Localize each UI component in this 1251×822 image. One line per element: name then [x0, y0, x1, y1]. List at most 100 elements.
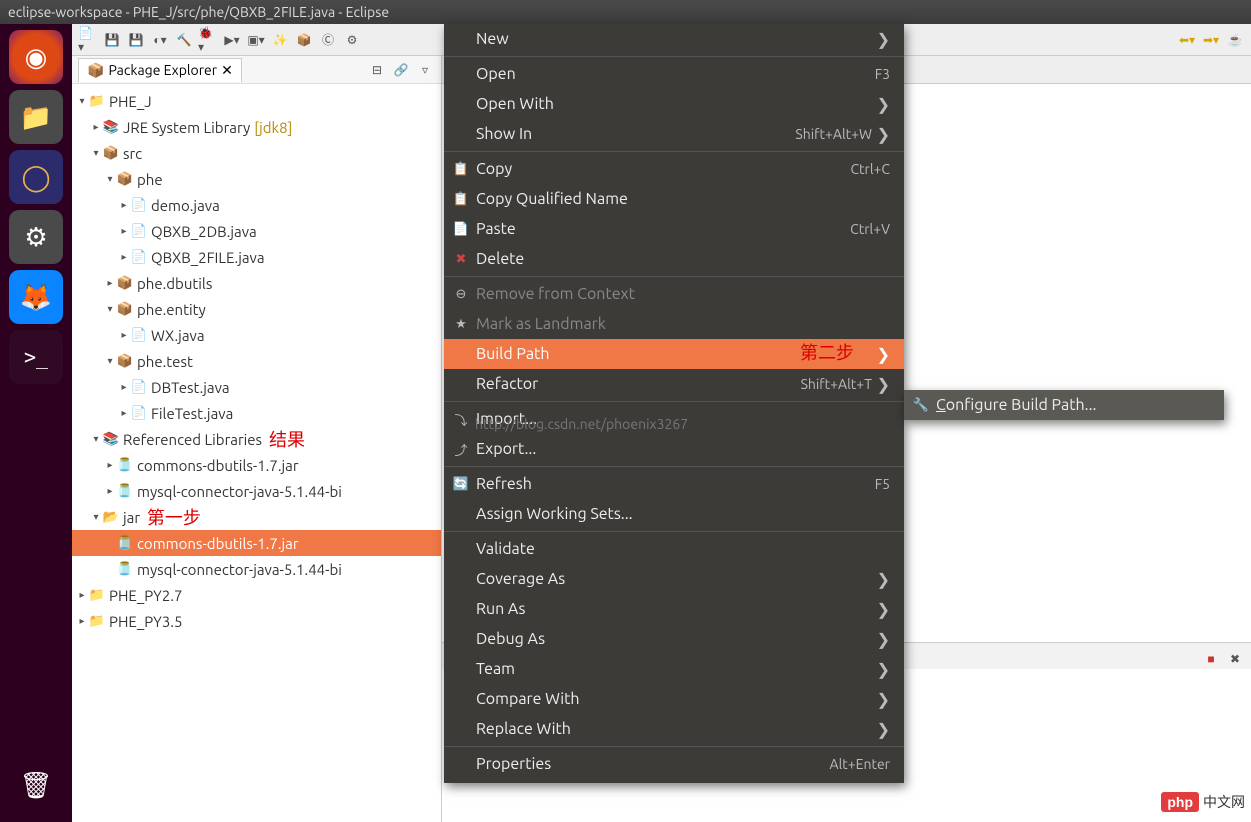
- save-icon[interactable]: 💾: [102, 30, 122, 50]
- view-menu-icon[interactable]: ▿: [415, 60, 435, 80]
- window-title: eclipse-workspace - PHE_J/src/phe/QBXB_2…: [8, 4, 389, 20]
- menu-show-in[interactable]: Show InShift+Alt+W❯: [444, 119, 904, 149]
- menu-export[interactable]: ⤴Export...: [444, 434, 904, 464]
- landmark-icon: ★: [452, 317, 470, 332]
- annotation-result: 结果: [269, 426, 305, 452]
- context-menu[interactable]: New❯ OpenF3 Open With❯ Show InShift+Alt+…: [444, 24, 904, 783]
- file-demo[interactable]: demo.java: [151, 197, 220, 214]
- close-icon[interactable]: ✕: [221, 62, 233, 79]
- package-explorer-tab[interactable]: 📦 Package Explorer ✕: [78, 58, 242, 82]
- new-class-icon[interactable]: Ⓒ: [318, 30, 338, 50]
- wand-icon[interactable]: ✨: [270, 30, 290, 50]
- link-editor-icon[interactable]: 🔗: [391, 60, 411, 80]
- perspective-java-icon[interactable]: ☕: [1225, 30, 1245, 50]
- menu-refactor[interactable]: RefactorShift+Alt+T❯: [444, 369, 904, 399]
- copy-icon: 📋: [452, 162, 470, 177]
- package-test[interactable]: phe.test: [137, 353, 193, 370]
- build-icon[interactable]: 🔨: [174, 30, 194, 50]
- run-dropdown-icon[interactable]: ▶▾: [222, 30, 242, 50]
- menu-build-path[interactable]: Build Path第二步❯: [444, 339, 904, 369]
- php-cn-badge: php 中文网: [1161, 792, 1245, 812]
- menu-remove-from-context: ⊖Remove from Context: [444, 279, 904, 309]
- jre-library-node[interactable]: JRE System Library: [123, 119, 250, 136]
- reflib-mysql-connector[interactable]: mysql-connector-java-5.1.44-bi: [137, 483, 342, 500]
- collapse-all-icon[interactable]: ⊟: [367, 60, 387, 80]
- export-icon: ⤴: [452, 440, 470, 459]
- menu-run-as[interactable]: Run As❯: [444, 594, 904, 624]
- debug-dropdown-icon[interactable]: 🐞▾: [198, 30, 218, 50]
- menu-assign-working-sets[interactable]: Assign Working Sets...: [444, 499, 904, 529]
- submenu-configure-build-path[interactable]: 🔧 CConfigure Build Path...onfigure Build…: [904, 390, 1224, 420]
- menu-mark-as-landmark: ★Mark as Landmark: [444, 309, 904, 339]
- new-servlet-icon[interactable]: ⚙: [342, 30, 362, 50]
- menu-copy[interactable]: 📋CopyCtrl+C: [444, 154, 904, 184]
- firefox-icon[interactable]: 🦊: [9, 270, 63, 324]
- menu-replace-with[interactable]: Replace With❯: [444, 714, 904, 744]
- php-logo: php: [1161, 792, 1199, 812]
- refresh-icon: 🔄: [452, 477, 470, 492]
- package-phe[interactable]: phe: [137, 171, 163, 188]
- window-titlebar: eclipse-workspace - PHE_J/src/phe/QBXB_2…: [0, 0, 1251, 24]
- project-py35[interactable]: PHE_PY3.5: [109, 613, 182, 630]
- package-entity[interactable]: phe.entity: [137, 301, 206, 318]
- jar-folder-node[interactable]: jar: [123, 509, 140, 526]
- menu-copy-qualified-name[interactable]: 📋Copy Qualified Name: [444, 184, 904, 214]
- package-explorer-title: Package Explorer: [108, 62, 217, 78]
- package-tree[interactable]: ▾📁PHE_J ▸📚JRE System Library[jdk8] ▾📦src…: [72, 84, 441, 822]
- new-icon[interactable]: 📄▾: [78, 30, 98, 50]
- configure-icon: 🔧: [912, 398, 930, 413]
- jar-mysql-connector[interactable]: mysql-connector-java-5.1.44-bi: [137, 561, 342, 578]
- menu-debug-as[interactable]: Debug As❯: [444, 624, 904, 654]
- file-wx[interactable]: WX.java: [151, 327, 205, 344]
- files-icon[interactable]: 📁: [9, 90, 63, 144]
- src-folder-node[interactable]: src: [123, 145, 142, 162]
- menu-paste[interactable]: 📄PasteCtrl+V: [444, 214, 904, 244]
- menu-refresh[interactable]: 🔄RefreshF5: [444, 469, 904, 499]
- paste-icon: 📄: [452, 222, 470, 237]
- menu-validate[interactable]: Validate: [444, 534, 904, 564]
- terminate-icon[interactable]: ■: [1201, 649, 1221, 669]
- menu-coverage-as[interactable]: Coverage As❯: [444, 564, 904, 594]
- remove-context-icon: ⊖: [452, 287, 470, 302]
- settings-icon[interactable]: ⚙: [9, 210, 63, 264]
- new-package-icon[interactable]: 📦: [294, 30, 314, 50]
- file-qbxb-2file[interactable]: QBXB_2FILE.java: [151, 249, 265, 266]
- menu-compare-with[interactable]: Compare With❯: [444, 684, 904, 714]
- package-dbutils[interactable]: phe.dbutils: [137, 275, 212, 292]
- php-cn-text: 中文网: [1203, 792, 1245, 812]
- coverage-dropdown-icon[interactable]: ▣▾: [246, 30, 266, 50]
- package-explorer-view: 📦 Package Explorer ✕ ⊟ 🔗 ▿ ▾📁PHE_J ▸📚JRE…: [72, 56, 442, 822]
- toggle-icon[interactable]: ◐▾: [150, 30, 170, 50]
- eclipse-icon[interactable]: ◯: [9, 150, 63, 204]
- referenced-libraries-node[interactable]: Referenced Libraries: [123, 431, 262, 448]
- file-filetest[interactable]: FileTest.java: [151, 405, 233, 422]
- annotation-step1: 第一步: [147, 504, 201, 530]
- package-icon: 📦: [87, 62, 104, 79]
- annotation-step2: 第二步: [800, 339, 854, 365]
- reflib-commons-dbutils[interactable]: commons-dbutils-1.7.jar: [137, 457, 299, 474]
- menu-new[interactable]: New❯: [444, 24, 904, 54]
- ubuntu-dash-icon[interactable]: ◉: [9, 30, 63, 84]
- project-py27[interactable]: PHE_PY2.7: [109, 587, 182, 604]
- copy-qn-icon: 📋: [452, 192, 470, 207]
- menu-delete[interactable]: ✖Delete: [444, 244, 904, 274]
- import-icon: ⤵: [452, 410, 470, 429]
- file-dbtest[interactable]: DBTest.java: [151, 379, 230, 396]
- jar-commons-dbutils[interactable]: commons-dbutils-1.7.jar: [137, 535, 299, 552]
- file-qbxb-2db[interactable]: QBXB_2DB.java: [151, 223, 257, 240]
- save-all-icon[interactable]: 💾: [126, 30, 146, 50]
- trash-icon[interactable]: 🗑: [9, 758, 63, 812]
- menu-properties[interactable]: PropertiesAlt+Enter: [444, 749, 904, 779]
- forward-icon[interactable]: ➡▾: [1201, 30, 1221, 50]
- back-icon[interactable]: ⬅▾: [1177, 30, 1197, 50]
- unity-launcher: ◉ 📁 ◯ ⚙ 🦊 >_ 🗑: [0, 24, 72, 822]
- terminal-icon[interactable]: >_: [9, 330, 63, 384]
- menu-open[interactable]: OpenF3: [444, 59, 904, 89]
- project-node[interactable]: PHE_J: [109, 93, 152, 110]
- build-path-submenu[interactable]: 🔧 CConfigure Build Path...onfigure Build…: [904, 390, 1224, 420]
- menu-open-with[interactable]: Open With❯: [444, 89, 904, 119]
- menu-import[interactable]: ⤵Import...: [444, 404, 904, 434]
- remove-launch-icon[interactable]: ✖: [1225, 649, 1245, 669]
- menu-team[interactable]: Team❯: [444, 654, 904, 684]
- delete-icon: ✖: [452, 252, 470, 267]
